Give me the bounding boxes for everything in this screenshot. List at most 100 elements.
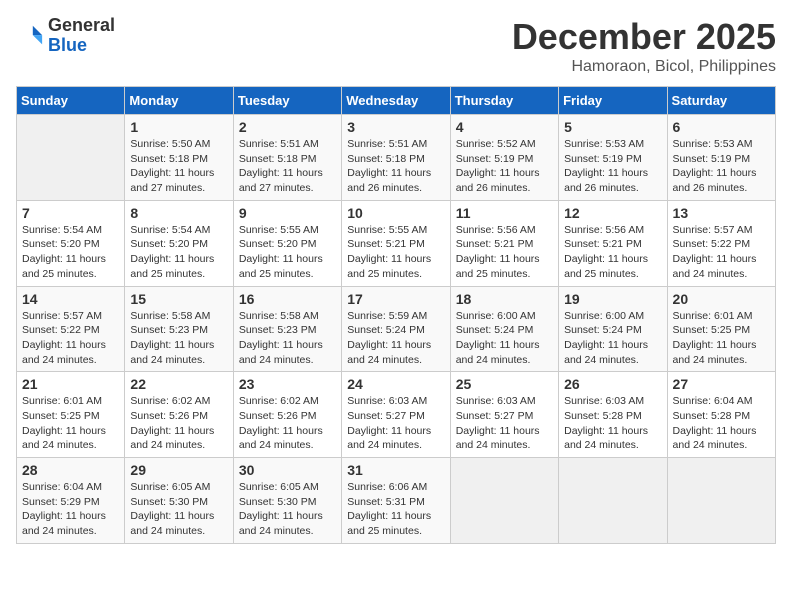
weekday-header-wednesday: Wednesday bbox=[342, 87, 450, 115]
cell-info: Sunrise: 6:00 AMSunset: 5:24 PMDaylight:… bbox=[564, 310, 648, 366]
cell-info: Sunrise: 5:55 AMSunset: 5:20 PMDaylight:… bbox=[239, 224, 323, 280]
day-number: 30 bbox=[239, 462, 336, 478]
day-number: 23 bbox=[239, 376, 336, 392]
day-number: 16 bbox=[239, 291, 336, 307]
cell-info: Sunrise: 5:52 AMSunset: 5:19 PMDaylight:… bbox=[456, 138, 540, 194]
weekday-header-monday: Monday bbox=[125, 87, 233, 115]
day-number: 8 bbox=[130, 205, 227, 221]
cell-info: Sunrise: 5:53 AMSunset: 5:19 PMDaylight:… bbox=[564, 138, 648, 194]
cell-info: Sunrise: 6:02 AMSunset: 5:26 PMDaylight:… bbox=[130, 395, 214, 451]
calendar-cell: 7Sunrise: 5:54 AMSunset: 5:20 PMDaylight… bbox=[17, 200, 125, 286]
calendar-table: SundayMondayTuesdayWednesdayThursdayFrid… bbox=[16, 86, 776, 544]
calendar-cell: 24 Sunrise: 6:03 AMSunset: 5:27 PMDayligh… bbox=[342, 372, 450, 458]
logo-text: General Blue bbox=[48, 16, 115, 56]
cell-info: Sunrise: 6:04 AMSunset: 5:28 PMDaylight:… bbox=[673, 395, 757, 451]
calendar-cell: 8Sunrise: 5:54 AMSunset: 5:20 PMDaylight… bbox=[125, 200, 233, 286]
day-number: 6 bbox=[673, 119, 770, 135]
location-title: Hamoraon, Bicol, Philippines bbox=[512, 58, 776, 76]
day-number: 18 bbox=[456, 291, 553, 307]
day-number: 17 bbox=[347, 291, 444, 307]
cell-info: Sunrise: 5:59 AMSunset: 5:24 PMDaylight:… bbox=[347, 310, 431, 366]
calendar-cell: 18Sunrise: 6:00 AMSunset: 5:24 PMDayligh… bbox=[450, 286, 558, 372]
calendar-cell: 27 Sunrise: 6:04 AMSunset: 5:28 PMDayligh… bbox=[667, 372, 775, 458]
day-number: 10 bbox=[347, 205, 444, 221]
weekday-header-saturday: Saturday bbox=[667, 87, 775, 115]
calendar-cell: 4 Sunrise: 5:52 AMSunset: 5:19 PMDaylight… bbox=[450, 115, 558, 201]
day-number: 5 bbox=[564, 119, 661, 135]
calendar-cell: 9 Sunrise: 5:55 AMSunset: 5:20 PMDaylight… bbox=[233, 200, 341, 286]
calendar-cell: 13Sunrise: 5:57 AMSunset: 5:22 PMDayligh… bbox=[667, 200, 775, 286]
calendar-cell: 28 Sunrise: 6:04 AMSunset: 5:29 PMDayligh… bbox=[17, 458, 125, 544]
day-number: 12 bbox=[564, 205, 661, 221]
cell-info: Sunrise: 6:03 AMSunset: 5:27 PMDaylight:… bbox=[347, 395, 431, 451]
calendar-cell bbox=[667, 458, 775, 544]
week-row-2: 7Sunrise: 5:54 AMSunset: 5:20 PMDaylight… bbox=[17, 200, 776, 286]
day-number: 19 bbox=[564, 291, 661, 307]
day-number: 31 bbox=[347, 462, 444, 478]
cell-info: Sunrise: 5:58 AMSunset: 5:23 PMDaylight:… bbox=[130, 310, 214, 366]
weekday-header-thursday: Thursday bbox=[450, 87, 558, 115]
calendar-cell: 23 Sunrise: 6:02 AMSunset: 5:26 PMDayligh… bbox=[233, 372, 341, 458]
day-number: 11 bbox=[456, 205, 553, 221]
day-number: 15 bbox=[130, 291, 227, 307]
cell-info: Sunrise: 6:03 AMSunset: 5:28 PMDaylight:… bbox=[564, 395, 648, 451]
cell-info: Sunrise: 6:03 AMSunset: 5:27 PMDaylight:… bbox=[456, 395, 540, 451]
calendar-cell: 14 Sunrise: 5:57 AMSunset: 5:22 PMDayligh… bbox=[17, 286, 125, 372]
day-number: 28 bbox=[22, 462, 119, 478]
day-number: 2 bbox=[239, 119, 336, 135]
calendar-cell: 10Sunrise: 5:55 AMSunset: 5:21 PMDayligh… bbox=[342, 200, 450, 286]
cell-info: Sunrise: 6:06 AMSunset: 5:31 PMDaylight:… bbox=[347, 481, 431, 537]
day-number: 29 bbox=[130, 462, 227, 478]
calendar-cell: 20 Sunrise: 6:01 AMSunset: 5:25 PMDayligh… bbox=[667, 286, 775, 372]
day-number: 20 bbox=[673, 291, 770, 307]
title-area: December 2025 Hamoraon, Bicol, Philippin… bbox=[512, 16, 776, 76]
calendar-cell: 19 Sunrise: 6:00 AMSunset: 5:24 PMDayligh… bbox=[559, 286, 667, 372]
weekday-header-row: SundayMondayTuesdayWednesdayThursdayFrid… bbox=[17, 87, 776, 115]
week-row-4: 21 Sunrise: 6:01 AMSunset: 5:25 PMDayligh… bbox=[17, 372, 776, 458]
cell-info: Sunrise: 6:01 AMSunset: 5:25 PMDaylight:… bbox=[22, 395, 106, 451]
calendar-cell: 2 Sunrise: 5:51 AMSunset: 5:18 PMDaylight… bbox=[233, 115, 341, 201]
weekday-header-tuesday: Tuesday bbox=[233, 87, 341, 115]
calendar-cell: 30 Sunrise: 6:05 AMSunset: 5:30 PMDayligh… bbox=[233, 458, 341, 544]
calendar-cell: 17 Sunrise: 5:59 AMSunset: 5:24 PMDayligh… bbox=[342, 286, 450, 372]
day-number: 9 bbox=[239, 205, 336, 221]
day-number: 4 bbox=[456, 119, 553, 135]
day-number: 21 bbox=[22, 376, 119, 392]
cell-info: Sunrise: 6:04 AMSunset: 5:29 PMDaylight:… bbox=[22, 481, 106, 537]
calendar-cell: 3Sunrise: 5:51 AMSunset: 5:18 PMDaylight… bbox=[342, 115, 450, 201]
logo-icon bbox=[16, 22, 44, 50]
calendar-cell: 22 Sunrise: 6:02 AMSunset: 5:26 PMDayligh… bbox=[125, 372, 233, 458]
logo: General Blue bbox=[16, 16, 115, 56]
day-number: 27 bbox=[673, 376, 770, 392]
calendar-cell bbox=[559, 458, 667, 544]
day-number: 7 bbox=[22, 205, 119, 221]
calendar-cell: 31 Sunrise: 6:06 AMSunset: 5:31 PMDayligh… bbox=[342, 458, 450, 544]
cell-info: Sunrise: 6:05 AMSunset: 5:30 PMDaylight:… bbox=[239, 481, 323, 537]
cell-info: Sunrise: 6:02 AMSunset: 5:26 PMDaylight:… bbox=[239, 395, 323, 451]
weekday-header-friday: Friday bbox=[559, 87, 667, 115]
header: General Blue December 2025 Hamoraon, Bic… bbox=[16, 16, 776, 76]
calendar-cell: 21 Sunrise: 6:01 AMSunset: 5:25 PMDayligh… bbox=[17, 372, 125, 458]
cell-info: Sunrise: 5:51 AMSunset: 5:18 PMDaylight:… bbox=[347, 138, 431, 194]
cell-info: Sunrise: 5:57 AMSunset: 5:22 PMDaylight:… bbox=[22, 310, 106, 366]
calendar-cell: 1Sunrise: 5:50 AMSunset: 5:18 PMDaylight… bbox=[125, 115, 233, 201]
weekday-header-sunday: Sunday bbox=[17, 87, 125, 115]
week-row-3: 14 Sunrise: 5:57 AMSunset: 5:22 PMDayligh… bbox=[17, 286, 776, 372]
cell-info: Sunrise: 6:01 AMSunset: 5:25 PMDaylight:… bbox=[673, 310, 757, 366]
day-number: 1 bbox=[130, 119, 227, 135]
cell-info: Sunrise: 5:53 AMSunset: 5:19 PMDaylight:… bbox=[673, 138, 757, 194]
day-number: 13 bbox=[673, 205, 770, 221]
calendar-cell: 16Sunrise: 5:58 AMSunset: 5:23 PMDayligh… bbox=[233, 286, 341, 372]
calendar-cell: 12Sunrise: 5:56 AMSunset: 5:21 PMDayligh… bbox=[559, 200, 667, 286]
day-number: 24 bbox=[347, 376, 444, 392]
week-row-5: 28 Sunrise: 6:04 AMSunset: 5:29 PMDayligh… bbox=[17, 458, 776, 544]
week-row-1: 1Sunrise: 5:50 AMSunset: 5:18 PMDaylight… bbox=[17, 115, 776, 201]
cell-info: Sunrise: 5:51 AMSunset: 5:18 PMDaylight:… bbox=[239, 138, 323, 194]
calendar-cell: 11Sunrise: 5:56 AMSunset: 5:21 PMDayligh… bbox=[450, 200, 558, 286]
calendar-cell: 26 Sunrise: 6:03 AMSunset: 5:28 PMDayligh… bbox=[559, 372, 667, 458]
day-number: 26 bbox=[564, 376, 661, 392]
day-number: 25 bbox=[456, 376, 553, 392]
day-number: 22 bbox=[130, 376, 227, 392]
day-number: 14 bbox=[22, 291, 119, 307]
calendar-cell: 6 Sunrise: 5:53 AMSunset: 5:19 PMDaylight… bbox=[667, 115, 775, 201]
